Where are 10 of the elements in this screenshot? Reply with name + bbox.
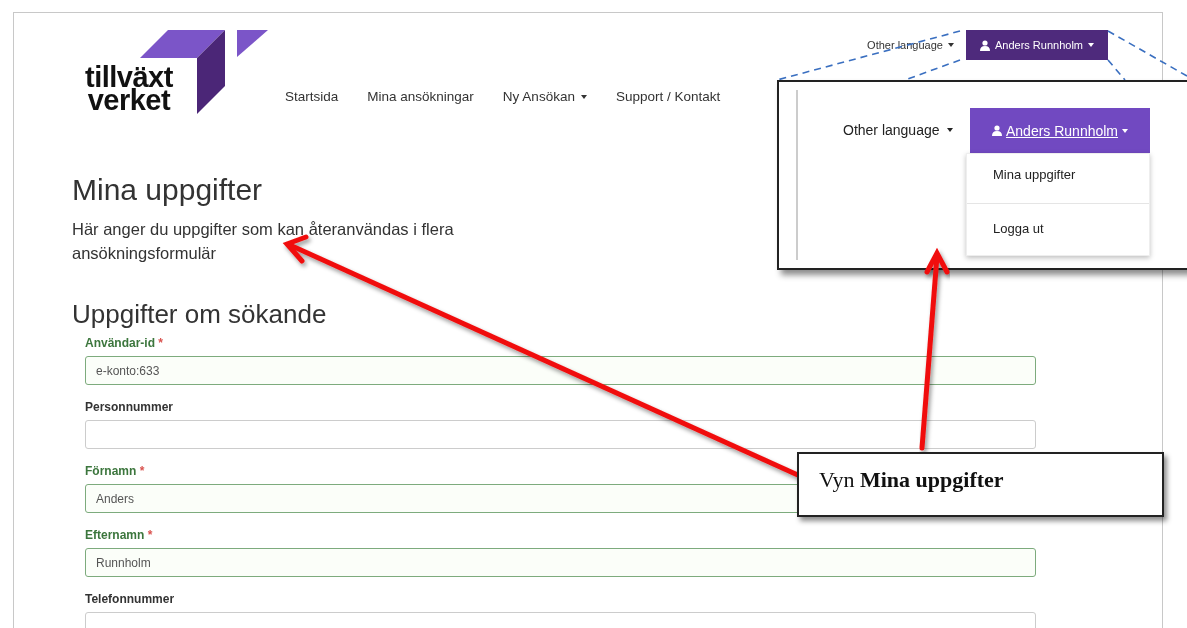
field-label: Telefonnummer xyxy=(85,592,176,606)
annotation-tooltip: Vyn Mina uppgifter xyxy=(797,452,1164,517)
page-title: Mina uppgifter xyxy=(72,173,263,207)
field-label: Personnummer xyxy=(85,400,175,414)
section-title: Uppgifter om sökande xyxy=(72,299,327,330)
field-label: Användar-id * xyxy=(85,336,165,350)
field-label: Efternamn * xyxy=(85,528,154,542)
intro-text: Här anger du uppgifter som kan återanvändas i flera ansökningsformulär xyxy=(72,219,455,264)
logo-text: tillväxt verket xyxy=(85,66,173,112)
field-label: Förnamn * xyxy=(85,464,146,478)
